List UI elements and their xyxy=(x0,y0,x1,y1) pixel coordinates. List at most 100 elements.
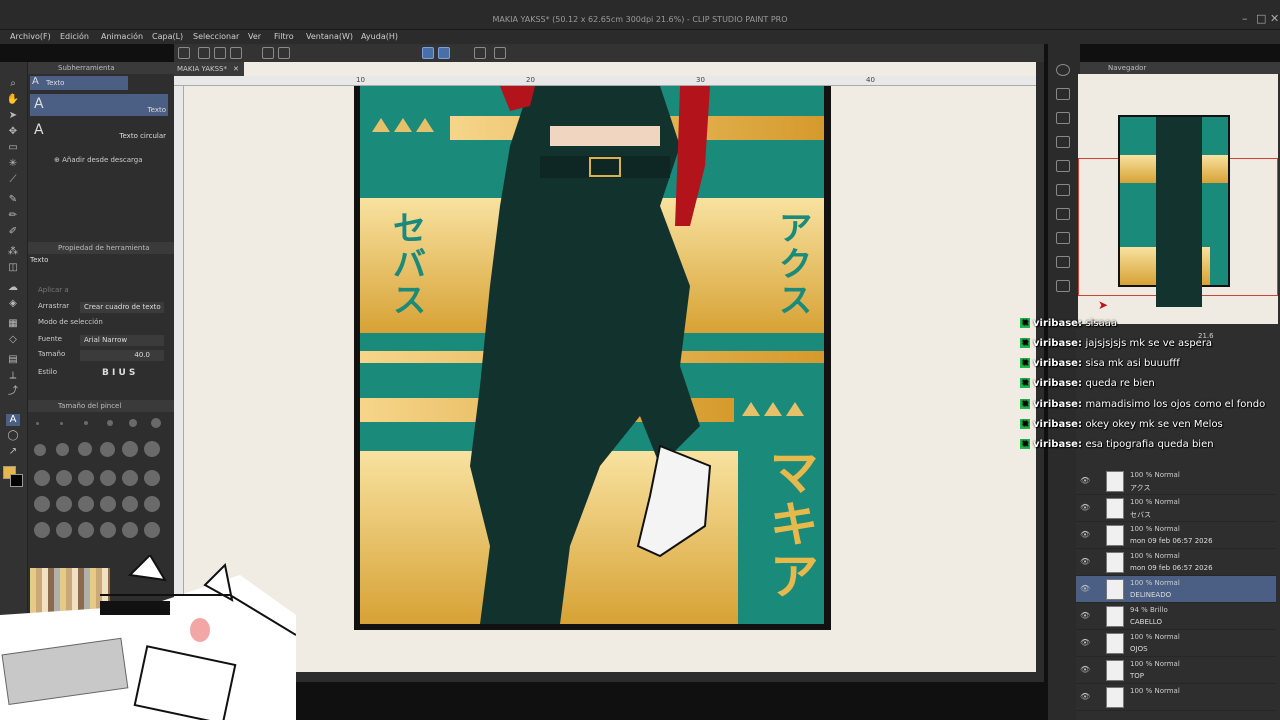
brush-size-option[interactable] xyxy=(34,444,46,456)
brush-size-option[interactable] xyxy=(144,470,160,486)
eye-icon[interactable]: 👁 xyxy=(1080,692,1090,701)
brush-size-option[interactable] xyxy=(107,420,113,426)
move-tool-icon[interactable]: ✥ xyxy=(6,126,20,138)
eye-icon[interactable]: 👁 xyxy=(1080,584,1090,593)
panel-icon[interactable] xyxy=(1056,232,1070,244)
operation-tool-icon[interactable]: ➤ xyxy=(6,110,20,122)
brush-size-option[interactable] xyxy=(56,470,72,486)
brush-size-option[interactable] xyxy=(100,496,116,512)
correct-line-tool-icon[interactable]: ↗ xyxy=(6,446,20,458)
brush-size-option[interactable] xyxy=(129,419,137,427)
canvas-icon[interactable] xyxy=(178,47,190,59)
open-icon[interactable] xyxy=(214,47,226,59)
panel-icon[interactable] xyxy=(1056,112,1070,124)
selection-tool-icon[interactable]: ▭ xyxy=(6,142,20,154)
subtool-circular-text[interactable]: A Texto circular xyxy=(30,120,168,142)
zoom-tool-icon[interactable]: ⌕ xyxy=(6,78,20,90)
menu-filtro[interactable]: Filtro xyxy=(274,32,294,41)
panel-icon[interactable] xyxy=(1056,208,1070,220)
brush-size-option[interactable] xyxy=(100,522,116,538)
text-tool-icon[interactable]: A xyxy=(6,414,20,426)
special-ruler-snap-icon[interactable] xyxy=(438,47,450,59)
eye-icon[interactable]: 👁 xyxy=(1080,557,1090,566)
pen-tool-icon[interactable]: ✎ xyxy=(6,194,20,206)
panel-icon[interactable] xyxy=(1056,136,1070,148)
add-from-download-link[interactable]: ⊕ Añadir desde descarga xyxy=(54,156,143,164)
brush-size-option[interactable] xyxy=(34,470,50,486)
menu-edicion[interactable]: Edición xyxy=(60,32,89,41)
layer-row[interactable]: 👁 100 % Normal mon 09 feb 06:57 2026 xyxy=(1076,549,1276,576)
layer-row[interactable]: 👁 100 % Normal mon 09 feb 06:57 2026 xyxy=(1076,522,1276,549)
brush-size-option[interactable] xyxy=(56,443,69,456)
eye-icon[interactable]: 👁 xyxy=(1080,665,1090,674)
drag-select[interactable]: Crear cuadro de texto xyxy=(80,302,164,313)
figure-tool-icon[interactable]: ◇ xyxy=(6,334,20,346)
menu-capa[interactable]: Capa(L) xyxy=(152,32,183,41)
eye-icon[interactable]: 👁 xyxy=(1080,638,1090,647)
layer-row[interactable]: 👁 100 % Normal セバス xyxy=(1076,495,1276,522)
brush-tool-icon[interactable]: ✐ xyxy=(6,226,20,238)
eraser-tool-icon[interactable]: ◫ xyxy=(6,262,20,274)
panel-icon[interactable] xyxy=(1056,160,1070,172)
brush-size-option[interactable] xyxy=(122,522,138,538)
brush-size-option[interactable] xyxy=(56,496,72,512)
brush-size-option[interactable] xyxy=(56,522,72,538)
vector-tool-icon[interactable]: ⤴ xyxy=(6,386,20,398)
balloon-tool-icon[interactable]: ◯ xyxy=(6,430,20,442)
layer-row[interactable]: 👁 100 % Normal TOP xyxy=(1076,657,1276,684)
zoom-icon[interactable] xyxy=(1056,64,1070,76)
settings-icon[interactable] xyxy=(494,47,506,59)
brush-size-option[interactable] xyxy=(151,418,161,428)
new-icon[interactable] xyxy=(198,47,210,59)
close-icon[interactable]: ✕ xyxy=(1270,12,1279,25)
ruler-tool-icon[interactable]: ⟂ xyxy=(6,370,20,382)
brush-size-option[interactable] xyxy=(78,522,94,538)
font-select[interactable]: Arial Narrow xyxy=(80,335,164,346)
brush-size-option[interactable] xyxy=(60,422,63,425)
brush-size-option[interactable] xyxy=(78,442,92,456)
brush-size-option[interactable] xyxy=(84,421,88,425)
panel-icon[interactable] xyxy=(1056,280,1070,292)
gradient-tool-icon[interactable]: ▦ xyxy=(6,318,20,330)
menu-ver[interactable]: Ver xyxy=(248,32,261,41)
menu-archivo[interactable]: Archivo(F) xyxy=(10,32,51,41)
fill-tool-icon[interactable]: ◈ xyxy=(6,298,20,310)
eye-icon[interactable]: 👁 xyxy=(1080,611,1090,620)
redo-icon[interactable] xyxy=(278,47,290,59)
blend-tool-icon[interactable]: ☁ xyxy=(6,282,20,294)
brush-size-option[interactable] xyxy=(122,470,138,486)
style-buttons[interactable]: B I U S xyxy=(98,368,164,379)
minimize-icon[interactable]: – xyxy=(1242,12,1248,25)
brush-size-option[interactable] xyxy=(144,441,160,457)
layer-row[interactable]: 👁 100 % Normal アクス xyxy=(1076,468,1276,495)
menu-ayuda[interactable]: Ayuda(H) xyxy=(361,32,398,41)
subtool-text[interactable]: A Texto xyxy=(30,94,168,116)
eye-icon[interactable]: 👁 xyxy=(1080,476,1090,485)
subtool-group-tab[interactable]: A Texto xyxy=(30,76,128,90)
brush-size-option[interactable] xyxy=(122,496,138,512)
menu-seleccionar[interactable]: Seleccionar xyxy=(193,32,239,41)
eye-icon[interactable]: 👁 xyxy=(1080,530,1090,539)
brush-size-option[interactable] xyxy=(100,442,115,457)
auto-select-tool-icon[interactable]: ✳ xyxy=(6,158,20,170)
close-tab-icon[interactable]: ✕ xyxy=(233,65,239,73)
airbrush-tool-icon[interactable]: ⁂ xyxy=(6,246,20,258)
brush-size-option[interactable] xyxy=(34,496,50,512)
sub-color-swatch[interactable] xyxy=(10,474,23,487)
frame-tool-icon[interactable]: ▤ xyxy=(6,354,20,366)
brush-size-option[interactable] xyxy=(122,441,138,457)
brush-size-option[interactable] xyxy=(100,470,116,486)
layer-row[interactable]: 👁 100 % Normal OJOS xyxy=(1076,630,1276,657)
brush-size-option[interactable] xyxy=(36,422,39,425)
brush-size-option[interactable] xyxy=(144,522,160,538)
layer-row[interactable]: 👁 94 % Brillo CABELLO xyxy=(1076,603,1276,630)
menu-animacion[interactable]: Animación xyxy=(101,32,143,41)
size-input[interactable]: 40.0 xyxy=(80,350,164,361)
ruler-snap-icon[interactable] xyxy=(422,47,434,59)
navigator-icon[interactable] xyxy=(1056,88,1070,100)
brush-size-option[interactable] xyxy=(78,496,94,512)
eyedropper-tool-icon[interactable]: ⟋ xyxy=(6,174,20,186)
document-tab[interactable]: MAKIA YAKSS* ✕ xyxy=(174,62,244,76)
hand-tool-icon[interactable]: ✋ xyxy=(6,94,20,106)
brush-size-option[interactable] xyxy=(78,470,94,486)
